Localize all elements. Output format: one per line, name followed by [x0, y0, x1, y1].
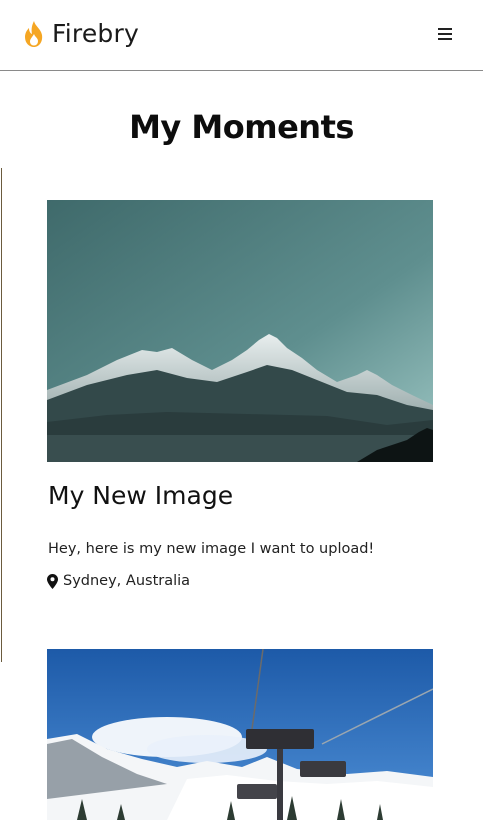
post-title: My New Image: [48, 481, 234, 510]
brand[interactable]: Firebry: [22, 19, 139, 49]
mountain-peaks-photo: [47, 200, 433, 462]
map-pin-icon: [47, 573, 58, 589]
ski-lift-snow-photo: [47, 649, 433, 820]
post-description: Hey, here is my new image I want to uplo…: [48, 541, 375, 557]
brand-name: Firebry: [52, 19, 139, 48]
side-divider: [1, 168, 2, 662]
page-title: My Moments: [129, 108, 354, 146]
flame-icon: [22, 20, 46, 48]
post-location-text: Sydney, Australia: [63, 573, 191, 589]
post-location: Sydney, Australia: [47, 573, 190, 589]
hamburger-menu-icon[interactable]: [438, 28, 452, 42]
navbar: Firebry: [0, 0, 483, 71]
post-image-mountains[interactable]: [47, 200, 433, 462]
post-image-ski-lift[interactable]: [47, 649, 433, 820]
